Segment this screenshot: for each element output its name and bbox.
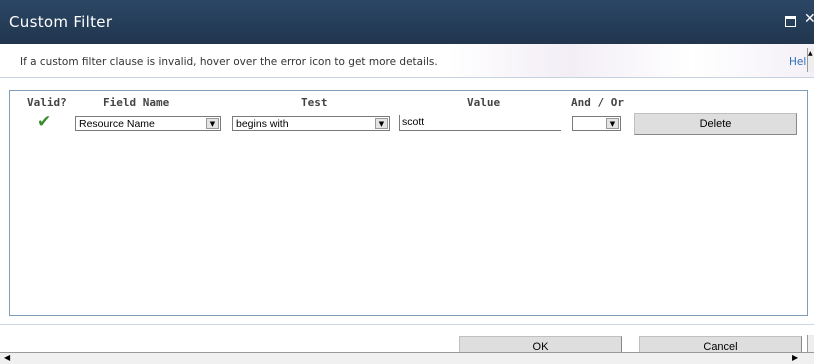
test-value: begins with	[236, 118, 289, 130]
scroll-right-icon[interactable]: ▶	[792, 353, 798, 362]
chevron-down-icon[interactable]: ▼	[606, 118, 619, 129]
column-header-valid: Valid?	[27, 96, 67, 109]
test-select[interactable]: begins with ▼	[232, 116, 390, 131]
instructions-text: If a custom filter clause is invalid, ho…	[20, 56, 438, 68]
vertical-scrollbar[interactable]: ▲	[807, 48, 814, 72]
divider	[0, 77, 814, 78]
value-input-text: scott	[402, 116, 425, 128]
column-header-value: Value	[467, 96, 501, 109]
column-header-and-or: And / Or	[571, 96, 624, 109]
value-input[interactable]: scott	[399, 115, 561, 131]
chevron-down-icon[interactable]: ▼	[375, 118, 388, 129]
divider	[0, 324, 814, 325]
field-name-select[interactable]: Resource Name ▼	[75, 116, 221, 131]
horizontal-scrollbar[interactable]: ◀ ▶	[0, 352, 814, 364]
dialog-title: Custom Filter	[9, 13, 113, 31]
scroll-left-icon[interactable]: ◀	[4, 353, 10, 362]
help-link[interactable]: Help	[789, 56, 807, 68]
and-or-select[interactable]: ▼	[572, 116, 621, 131]
column-header-field-name: Field Name	[103, 96, 170, 109]
delete-button[interactable]: Delete	[634, 113, 797, 135]
close-icon[interactable]: ✕	[804, 11, 814, 27]
valid-check-icon: ✔	[37, 112, 52, 132]
field-name-value: Resource Name	[79, 118, 155, 130]
maximize-icon[interactable]	[785, 16, 796, 27]
chevron-down-icon[interactable]: ▼	[206, 118, 219, 129]
dialog-titlebar	[0, 0, 814, 44]
scroll-up-icon[interactable]: ▲	[808, 50, 813, 57]
column-header-test: Test	[301, 96, 328, 109]
